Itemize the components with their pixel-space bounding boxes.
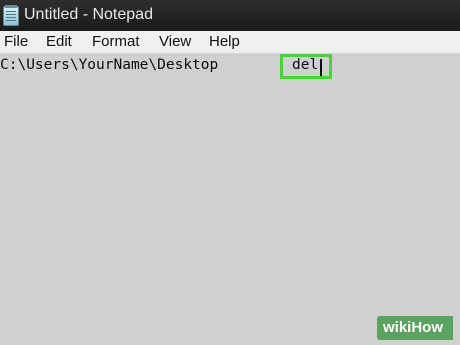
menu-view[interactable]: View [159,33,191,50]
menu-bar: File Edit Format View Help [0,31,460,54]
wikihow-watermark: wikiHow [377,316,453,340]
title-bar: Untitled - Notepad [0,0,460,31]
window-title: Untitled - Notepad [24,6,153,23]
menu-help[interactable]: Help [209,33,240,50]
text-editor-area[interactable]: C:\Users\YourName\Desktop del [0,54,460,345]
menu-file[interactable]: File [4,33,28,50]
notepad-icon [3,5,19,26]
watermark-text: wikiHow [383,319,444,336]
menu-edit[interactable]: Edit [46,33,72,50]
path-text: C:\Users\YourName\Desktop [0,57,219,73]
typed-command: del [292,57,319,73]
text-caret [320,59,322,76]
menu-format[interactable]: Format [92,33,140,50]
